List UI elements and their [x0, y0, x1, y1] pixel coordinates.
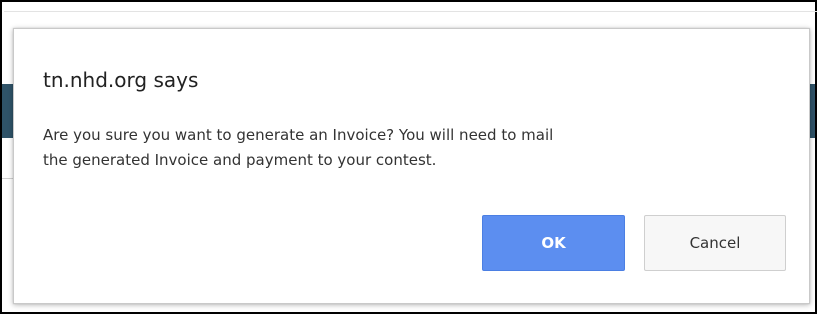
- cancel-button[interactable]: Cancel: [644, 215, 786, 271]
- page-header-divider: [4, 11, 817, 12]
- dialog-message-line-2: the generated Invoice and payment to you…: [43, 151, 437, 169]
- browser-page-background: tn.nhd.org says Are you sure you want to…: [0, 0, 817, 314]
- dialog-message: Are you sure you want to generate an Inv…: [43, 123, 783, 173]
- confirm-dialog: tn.nhd.org says Are you sure you want to…: [13, 28, 810, 304]
- dialog-message-line-1: Are you sure you want to generate an Inv…: [43, 126, 554, 144]
- dialog-title: tn.nhd.org says: [43, 68, 199, 92]
- ok-button[interactable]: OK: [482, 215, 625, 271]
